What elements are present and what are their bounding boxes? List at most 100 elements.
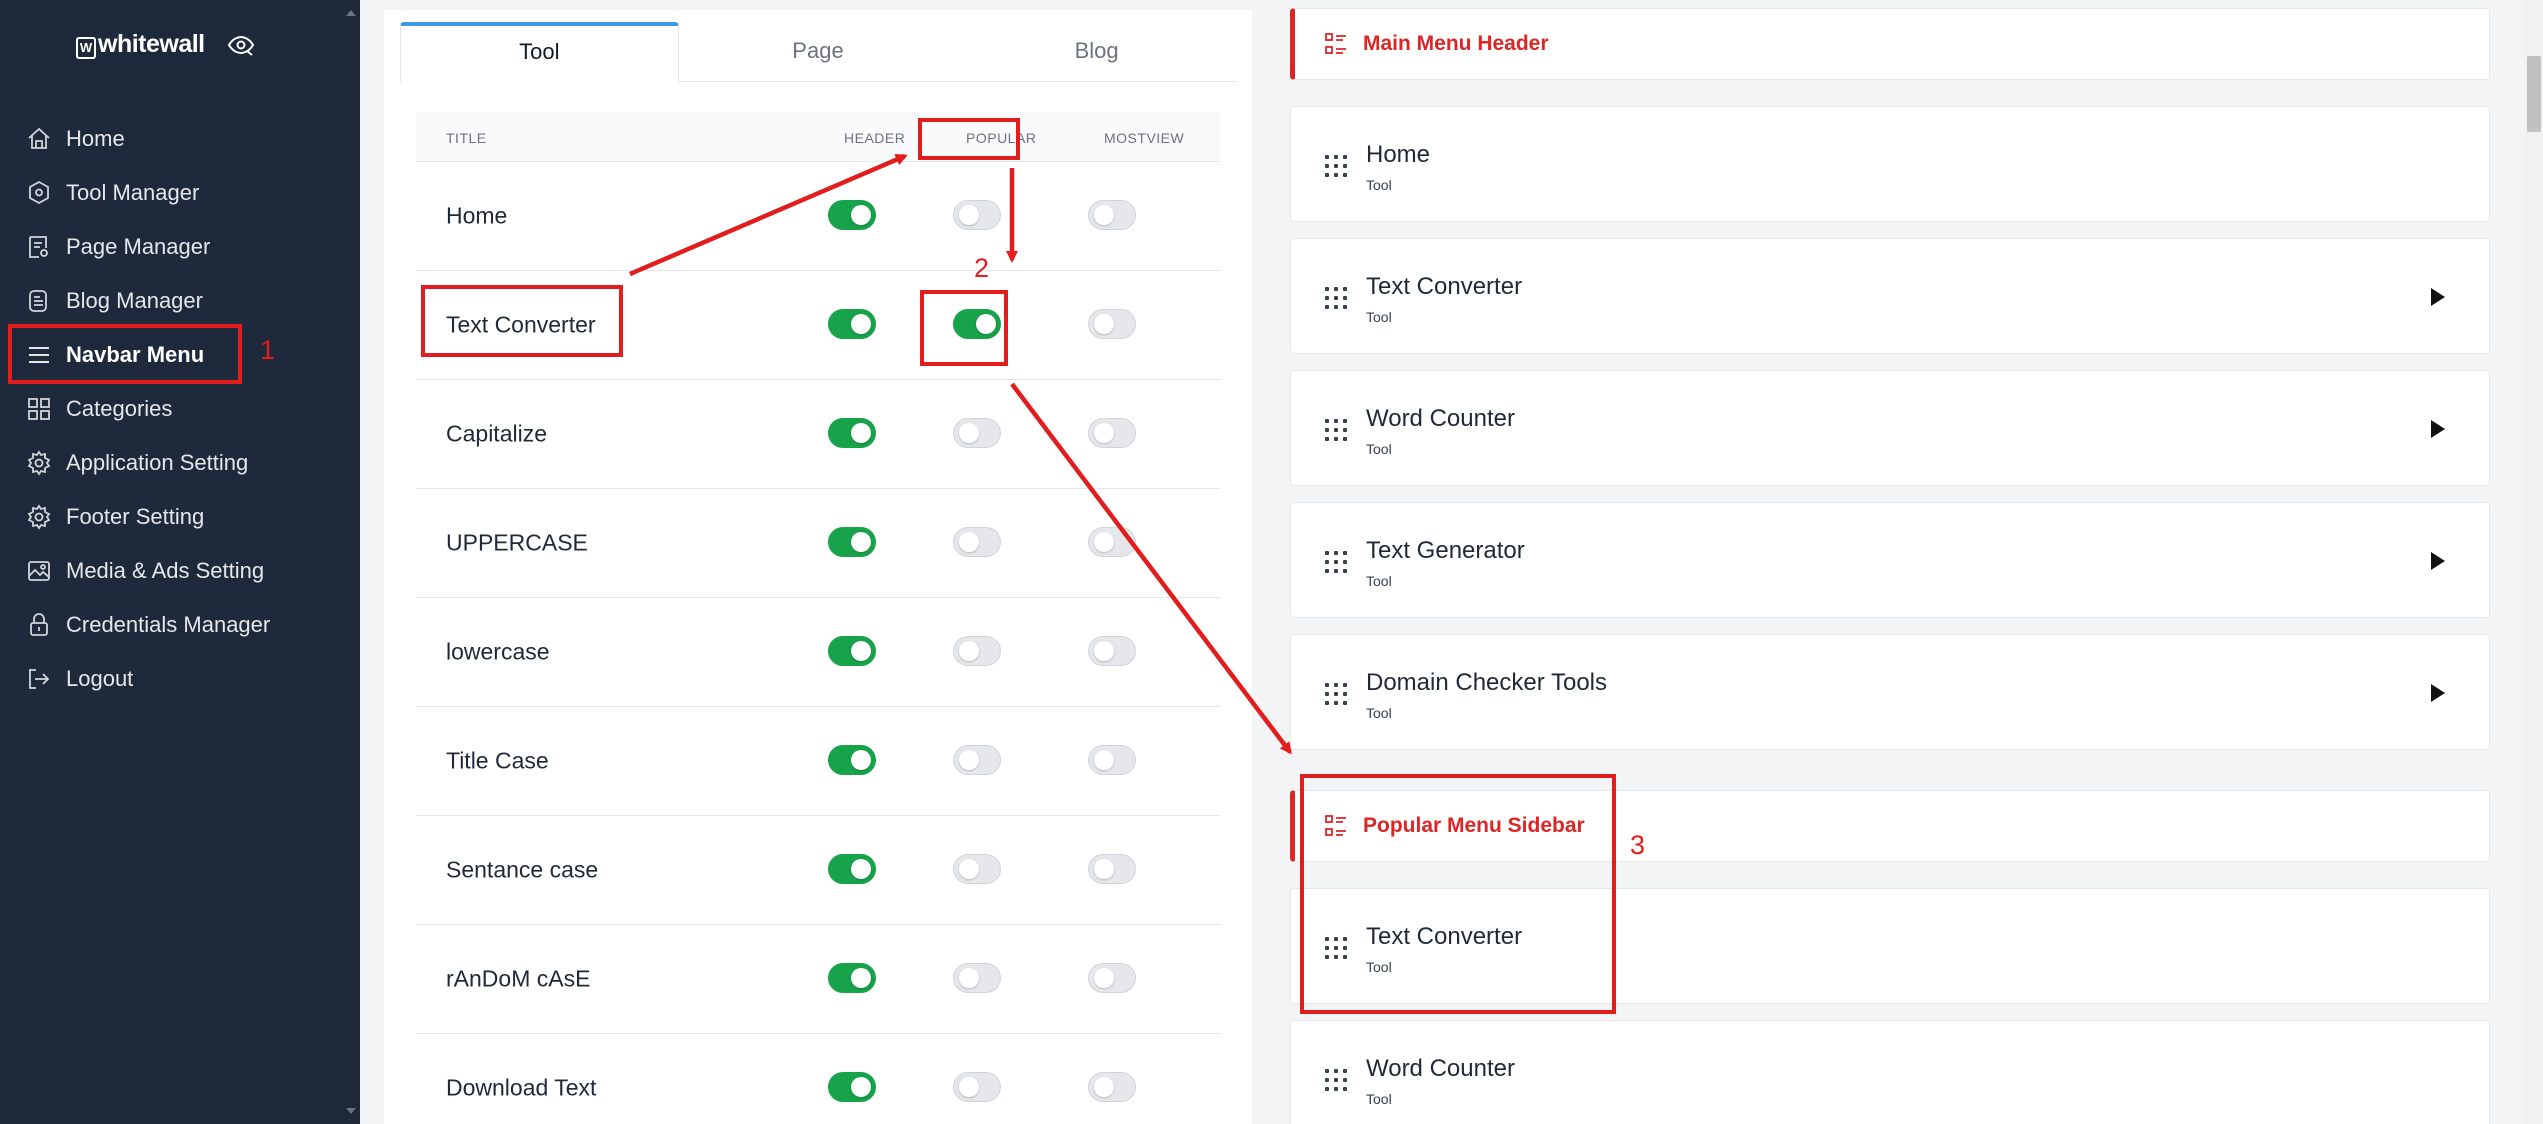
menu-item-name: Word Counter: [1366, 1055, 1515, 1082]
logo-mark: W: [76, 37, 96, 59]
section-title: Popular Menu Sidebar: [1363, 814, 1585, 837]
menu-item-type: Tool: [1366, 177, 1392, 193]
menu-item-type: Tool: [1366, 959, 1392, 975]
mostview-toggle[interactable]: [1088, 854, 1136, 884]
gear-icon: [27, 504, 51, 530]
eye-icon[interactable]: [227, 34, 255, 56]
row-title: Title Case: [446, 747, 549, 774]
mostview-toggle[interactable]: [1088, 200, 1136, 230]
mostview-toggle[interactable]: [1088, 418, 1136, 448]
menu-item-card[interactable]: Text Generator Tool: [1290, 502, 2490, 618]
header-toggle[interactable]: [828, 200, 876, 230]
menu-item-type: Tool: [1366, 705, 1392, 721]
header-toggle[interactable]: [828, 854, 876, 884]
main-menu-header: Main Menu Header: [1290, 8, 2490, 80]
mostview-toggle[interactable]: [1088, 527, 1136, 557]
sidebar-item-tool-manager[interactable]: Tool Manager: [0, 166, 342, 220]
sidebar-nav: Home Tool Manager Page Manager Blog Manager…: [0, 112, 342, 706]
sidebar-item-blog-manager[interactable]: Blog Manager: [0, 274, 342, 328]
sidebar-item-navbar-menu[interactable]: Navbar Menu: [0, 328, 342, 382]
header-toggle[interactable]: [828, 1072, 876, 1102]
sidebar-item-categories[interactable]: Categories: [0, 382, 342, 436]
sidebar-scrollbar[interactable]: [342, 0, 360, 1124]
menu-item-card[interactable]: Word Counter Tool: [1290, 370, 2490, 486]
popular-toggle[interactable]: [953, 636, 1001, 666]
sidebar-item-application-setting[interactable]: Application Setting: [0, 436, 342, 490]
drag-handle-icon[interactable]: [1325, 419, 1347, 441]
drag-handle-icon[interactable]: [1325, 937, 1347, 959]
expand-arrow-icon[interactable]: [2431, 420, 2445, 438]
drag-handle-icon[interactable]: [1325, 683, 1347, 705]
mostview-toggle[interactable]: [1088, 745, 1136, 775]
sidebar-item-home[interactable]: Home: [0, 112, 342, 166]
header-toggle[interactable]: [828, 309, 876, 339]
page-scrollbar[interactable]: [2525, 0, 2543, 1124]
menu-item-name: Word Counter: [1366, 405, 1515, 432]
popular-toggle[interactable]: [953, 309, 1001, 339]
popular-toggle[interactable]: [953, 854, 1001, 884]
sidebar-item-label: Blog Manager: [66, 288, 203, 313]
sidebar-item-credentials-manager[interactable]: Credentials Manager: [0, 598, 342, 652]
tab-blog[interactable]: Blog: [957, 22, 1236, 81]
list-icon: [1325, 815, 1346, 836]
popular-toggle[interactable]: [953, 745, 1001, 775]
menu-item-card[interactable]: Domain Checker Tools Tool: [1290, 634, 2490, 750]
menu-item-card[interactable]: Text Converter Tool: [1290, 238, 2490, 354]
popular-toggle[interactable]: [953, 1072, 1001, 1102]
expand-arrow-icon[interactable]: [2431, 552, 2445, 570]
mostview-toggle[interactable]: [1088, 1072, 1136, 1102]
table-row: Capitalize: [416, 380, 1220, 489]
sidebar-item-label: Footer Setting: [66, 504, 205, 529]
drag-handle-icon[interactable]: [1325, 155, 1347, 177]
sidebar-item-page-manager[interactable]: Page Manager: [0, 220, 342, 274]
tab-tool[interactable]: Tool: [400, 22, 679, 83]
row-title: Capitalize: [446, 420, 547, 447]
row-title: UPPERCASE: [446, 529, 588, 556]
header-toggle[interactable]: [828, 636, 876, 666]
image-icon: [28, 561, 50, 581]
menu-item-card[interactable]: Word Counter Tool: [1290, 1020, 2490, 1124]
menu-item-card[interactable]: Text Converter Tool: [1290, 888, 2490, 1004]
row-title: rAnDoM cAsE: [446, 965, 591, 992]
lock-icon: [30, 613, 48, 636]
sidebar-item-label: Page Manager: [66, 234, 211, 259]
drag-handle-icon[interactable]: [1325, 287, 1347, 309]
table-row: Download Text: [416, 1034, 1220, 1124]
mostview-toggle[interactable]: [1088, 309, 1136, 339]
sidebar-item-footer-setting[interactable]: Footer Setting: [0, 490, 342, 544]
annotation-number-3: 3: [1630, 830, 1646, 860]
header-toggle[interactable]: [828, 963, 876, 993]
sidebar-item-media-ads-setting[interactable]: Media & Ads Setting: [0, 544, 342, 598]
mostview-toggle[interactable]: [1088, 636, 1136, 666]
header-toggle[interactable]: [828, 527, 876, 557]
header-toggle[interactable]: [828, 418, 876, 448]
col-title: TITLE: [446, 130, 487, 146]
row-title: Download Text: [446, 1074, 597, 1101]
sidebar-item-label: Home: [66, 126, 125, 151]
section-title: Main Menu Header: [1363, 32, 1549, 55]
tab-page[interactable]: Page: [679, 22, 958, 81]
popular-toggle[interactable]: [953, 200, 1001, 230]
expand-arrow-icon[interactable]: [2431, 684, 2445, 702]
logo[interactable]: Wwhitewall: [76, 30, 255, 59]
mostview-toggle[interactable]: [1088, 963, 1136, 993]
gear-icon: [27, 450, 51, 476]
table-header: TITLE HEADER POPULAR MOSTVIEW: [416, 112, 1220, 162]
menu-item-name: Text Converter: [1366, 273, 1523, 300]
expand-arrow-icon[interactable]: [2431, 288, 2445, 306]
drag-handle-icon[interactable]: [1325, 1069, 1347, 1091]
col-popular: POPULAR: [966, 130, 1037, 146]
sidebar-item-label: Navbar Menu: [66, 342, 205, 367]
sidebar: Wwhitewall Home Tool Manager Page Manager B…: [0, 0, 360, 1124]
sidebar-item-logout[interactable]: Logout: [0, 652, 342, 706]
header-toggle[interactable]: [828, 745, 876, 775]
table-row: rAnDoM cAsE: [416, 925, 1220, 1034]
scroll-thumb[interactable]: [2527, 56, 2541, 132]
popular-toggle[interactable]: [953, 527, 1001, 557]
sidebar-item-label: Credentials Manager: [66, 612, 271, 637]
menu-item-card[interactable]: Home Tool: [1290, 106, 2490, 222]
popular-toggle[interactable]: [953, 418, 1001, 448]
popular-toggle[interactable]: [953, 963, 1001, 993]
drag-handle-icon[interactable]: [1325, 551, 1347, 573]
menu-icon: [29, 347, 49, 363]
